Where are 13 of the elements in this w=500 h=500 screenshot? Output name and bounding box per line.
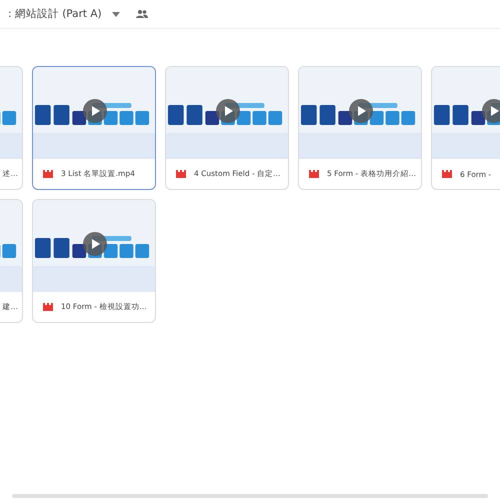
people-icon[interactable]: [136, 10, 148, 18]
video-file-icon: [309, 170, 319, 178]
video-file-icon: [43, 170, 53, 178]
play-icon[interactable]: [349, 99, 373, 123]
play-icon[interactable]: [216, 99, 240, 123]
video-file-icon: [442, 170, 452, 178]
caret-icon[interactable]: [112, 12, 120, 16]
play-icon[interactable]: [83, 99, 107, 123]
folder-title[interactable]: : 網站設計 (Part A): [8, 7, 102, 21]
video-file-icon: [43, 303, 53, 311]
video-file-icon: [176, 170, 186, 178]
play-icon[interactable]: [482, 99, 500, 123]
play-icon[interactable]: [83, 232, 107, 256]
